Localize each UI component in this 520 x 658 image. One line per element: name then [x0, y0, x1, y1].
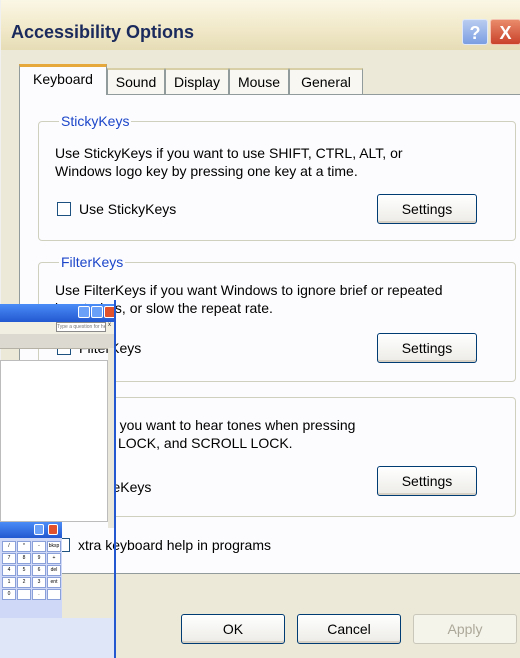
cancel-button[interactable]: Cancel [297, 614, 401, 644]
tab-sound[interactable]: Sound [107, 68, 165, 94]
background-window-titlebar[interactable] [0, 304, 116, 322]
title-bar[interactable]: Accessibility Options ? X [1, 0, 520, 50]
background-window-fragment[interactable]: Type a question for help x / * - bksp 7 8 9 +4 5… [0, 300, 118, 658]
calculator-titlebar[interactable] [0, 522, 62, 538]
calculator-key[interactable] [17, 589, 31, 600]
calculator-key[interactable]: del [47, 565, 61, 576]
togglekeys-settings-button[interactable]: Settings [377, 466, 477, 496]
calculator-key[interactable]: 8 [17, 553, 31, 564]
background-window-menubar: Type a question for help x [0, 322, 116, 334]
maximize-icon[interactable] [91, 306, 103, 318]
calculator-key[interactable]: / [2, 541, 16, 552]
stickykeys-legend: StickyKeys [59, 113, 132, 129]
help-search-close[interactable]: x [108, 322, 111, 328]
filterkeys-legend: FilterKeys [59, 254, 126, 270]
calculator-key[interactable]: 2 [17, 577, 31, 588]
calculator-key[interactable]: 6 [32, 565, 46, 576]
vertical-scrollbar[interactable] [108, 348, 116, 528]
close-icon[interactable] [104, 306, 116, 318]
calculator-key[interactable]: + [47, 553, 61, 564]
tab-mouse[interactable]: Mouse [229, 68, 289, 94]
filterkeys-settings-button[interactable]: Settings [377, 333, 477, 363]
stickykeys-desc-line2: Windows logo key by pressing one key at … [55, 163, 358, 179]
tab-keyboard[interactable]: Keyboard [19, 64, 107, 95]
calculator-key[interactable]: 3 [32, 577, 46, 588]
stickykeys-desc-line1: Use StickyKeys if you want to use SHIFT,… [55, 145, 403, 161]
help-button[interactable]: ? [462, 19, 488, 45]
close-button[interactable]: X [490, 19, 520, 45]
stickykeys-description: Use StickyKeys if you want to use SHIFT,… [55, 144, 403, 180]
use-stickykeys-label: Use StickyKeys [79, 201, 177, 217]
apply-button[interactable]: Apply [413, 614, 517, 644]
background-window-bottom [0, 618, 116, 658]
calculator-key[interactable]: ent [47, 577, 61, 588]
calculator-key[interactable]: 5 [17, 565, 31, 576]
document-page [0, 360, 108, 522]
stickykeys-settings-button[interactable]: Settings [377, 194, 477, 224]
calculator-key[interactable]: 9 [32, 553, 46, 564]
tab-general[interactable]: General [289, 68, 363, 94]
calculator-key[interactable]: 4 [2, 565, 16, 576]
calculator-key[interactable]: . [32, 589, 46, 600]
stickykeys-group: StickyKeys Use StickyKeys if you want to… [38, 113, 516, 241]
calculator-key[interactable]: 7 [2, 553, 16, 564]
calculator-key[interactable]: - [32, 541, 46, 552]
calculator-close-icon[interactable] [48, 524, 58, 535]
ok-button[interactable]: OK [181, 614, 285, 644]
calculator-minimize-icon[interactable] [34, 524, 44, 535]
calculator-keypad: / * - bksp 7 8 9 +4 5 6 del 1 2 3 ent 0. [0, 538, 62, 618]
tab-display[interactable]: Display [165, 68, 229, 94]
use-stickykeys-checkbox[interactable] [57, 202, 71, 216]
window-title: Accessibility Options [11, 22, 195, 42]
help-search-box[interactable]: Type a question for help [56, 322, 106, 332]
calculator-key[interactable]: 0 [2, 589, 16, 600]
background-window-toolbar [0, 334, 116, 349]
minimize-icon[interactable] [78, 306, 90, 318]
calculator-key[interactable]: * [17, 541, 31, 552]
filterkeys-desc-line1: Use FilterKeys if you want Windows to ig… [55, 282, 443, 298]
calculator-key[interactable]: 1 [2, 577, 16, 588]
calculator-key[interactable]: bksp [47, 541, 61, 552]
calculator-key[interactable] [47, 589, 61, 600]
